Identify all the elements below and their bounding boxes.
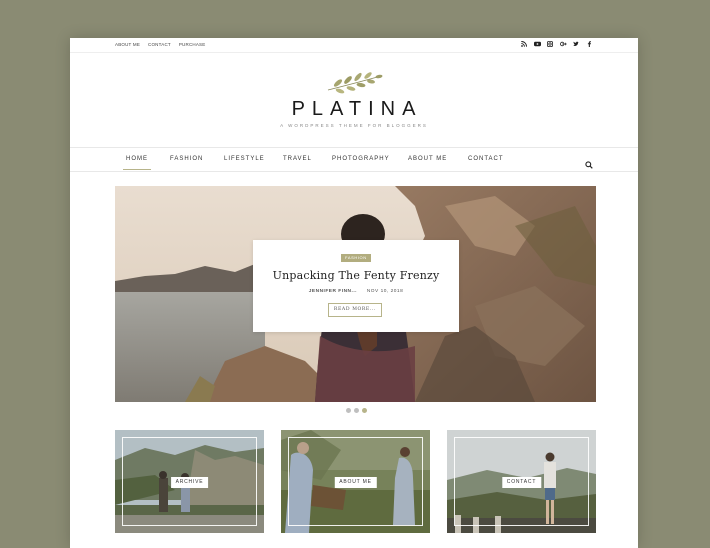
promo-tile-about-me[interactable]: ABOUT ME <box>281 430 430 533</box>
main-nav: HOME FASHION LIFESTYLE TRAVEL PHOTOGRAPH… <box>70 147 638 172</box>
post-title[interactable]: Unpacking The Fenty Frenzy <box>253 269 459 282</box>
nav-item-home[interactable]: HOME <box>123 156 151 170</box>
promo-label-contact[interactable]: CONTACT <box>501 477 542 488</box>
nav-item-lifestyle[interactable]: LIFESTYLE <box>224 156 265 162</box>
hero-post-card: FASHION Unpacking The Fenty Frenzy JENNI… <box>253 240 459 332</box>
category-badge[interactable]: FASHION <box>341 254 371 262</box>
nav-item-photography[interactable]: PHOTOGRAPHY <box>332 156 390 162</box>
search-icon[interactable] <box>585 156 593 174</box>
promo-tile-contact[interactable]: CONTACT <box>447 430 596 533</box>
nav-item-about-me[interactable]: ABOUT ME <box>408 156 447 162</box>
social-links <box>521 41 592 47</box>
site-logo[interactable]: PLATINA <box>70 98 638 121</box>
slider-dot-1[interactable] <box>346 408 351 413</box>
slider-dot-3[interactable] <box>362 408 367 413</box>
slider-dots <box>346 408 367 413</box>
twitter-icon[interactable] <box>573 41 579 47</box>
top-link-about-me[interactable]: ABOUT ME <box>115 42 140 47</box>
youtube-icon[interactable] <box>534 41 541 47</box>
rss-icon[interactable] <box>521 41 527 47</box>
facebook-icon[interactable] <box>586 41 592 47</box>
nav-item-fashion[interactable]: FASHION <box>170 156 203 162</box>
site-header: PLATINA A WordPress Theme for Bloggers <box>70 54 638 147</box>
blog-page: ABOUT ME CONTACT PURCHASE PLATINA A WORD… <box>70 38 638 548</box>
instagram-icon[interactable] <box>547 41 553 47</box>
post-meta: JENNIFER FINN... NOV 10, 2018 <box>253 289 459 294</box>
top-link-purchase[interactable]: PURCHASE <box>179 42 206 47</box>
promo-tile-archive[interactable]: ARCHIVE <box>115 430 264 533</box>
slider-dot-2[interactable] <box>354 408 359 413</box>
top-bar: ABOUT ME CONTACT PURCHASE <box>70 38 638 53</box>
read-more-button[interactable]: READ MORE... <box>328 303 382 317</box>
hero-slide[interactable]: FASHION Unpacking The Fenty Frenzy JENNI… <box>115 186 596 402</box>
post-date: NOV 10, 2018 <box>366 289 404 294</box>
top-links: ABOUT ME CONTACT PURCHASE <box>115 42 205 47</box>
site-tagline: A WordPress Theme for Bloggers <box>280 123 428 128</box>
leaf-logo-icon <box>326 72 384 99</box>
promo-label-archive[interactable]: ARCHIVE <box>170 477 209 488</box>
post-author[interactable]: JENNIFER FINN... <box>309 289 357 294</box>
top-link-contact[interactable]: CONTACT <box>148 42 171 47</box>
google-plus-icon[interactable] <box>560 41 567 47</box>
nav-item-contact[interactable]: CONTACT <box>468 156 504 162</box>
promo-label-about-me[interactable]: ABOUT ME <box>334 477 377 488</box>
nav-item-travel[interactable]: TRAVEL <box>283 156 312 162</box>
